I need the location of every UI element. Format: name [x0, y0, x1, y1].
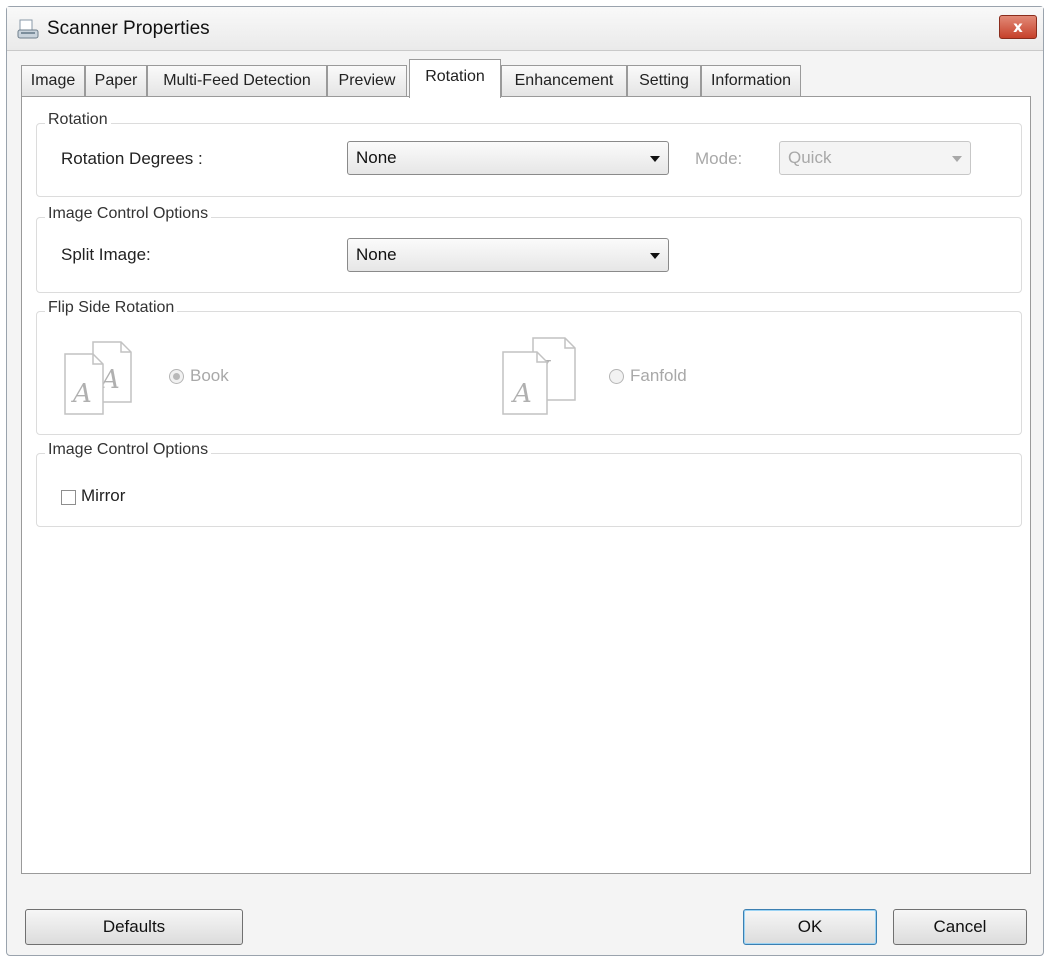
- book-icon-glyph-front: A: [71, 379, 92, 409]
- image-control-options-title: Image Control Options: [45, 205, 212, 223]
- scanner-icon: [17, 19, 39, 39]
- rotation-degrees-value: None: [356, 148, 397, 167]
- tab-setting-label: Setting: [639, 72, 689, 89]
- fanfold-label: Fanfold: [630, 366, 687, 385]
- scanner-properties-window: Scanner Properties x Image Paper Multi-F…: [6, 6, 1044, 956]
- chevron-down-icon: [650, 253, 660, 259]
- window-title: Scanner Properties: [47, 18, 210, 39]
- tab-preview-label: Preview: [338, 72, 396, 89]
- tab-enhancement-label: Enhancement: [514, 72, 614, 89]
- tab-setting[interactable]: Setting: [627, 65, 701, 97]
- split-image-value: None: [356, 245, 397, 264]
- tab-enhancement[interactable]: Enhancement: [501, 65, 627, 97]
- rotation-degrees-label: Rotation Degrees :: [61, 149, 203, 168]
- mirror-checkbox[interactable]: [61, 490, 76, 505]
- split-image-label: Split Image:: [61, 245, 151, 264]
- tab-image[interactable]: Image: [21, 65, 85, 97]
- image-control-options-mirror-group: Image Control Options Mirror: [36, 441, 1022, 527]
- defaults-button[interactable]: Defaults: [25, 909, 243, 945]
- tab-preview[interactable]: Preview: [327, 65, 407, 97]
- ok-button-label: OK: [797, 917, 823, 936]
- fanfold-icon-glyph-front: A: [511, 379, 532, 409]
- cancel-button[interactable]: Cancel: [893, 909, 1027, 945]
- rotation-group: Rotation Rotation Degrees : None Mode: Q…: [36, 111, 1022, 197]
- cancel-button-label: Cancel: [933, 917, 987, 936]
- mode-select[interactable]: Quick: [779, 141, 971, 175]
- mirror-label: Mirror: [81, 486, 126, 505]
- rotation-degrees-select[interactable]: None: [347, 141, 669, 175]
- tab-information-label: Information: [710, 72, 792, 89]
- fanfold-orientation-icon: A A: [502, 337, 576, 415]
- title-bar[interactable]: Scanner Properties x: [7, 7, 1043, 51]
- tab-paper[interactable]: Paper: [85, 65, 147, 97]
- ok-button[interactable]: OK: [743, 909, 877, 945]
- chevron-down-icon: [650, 156, 660, 162]
- flip-side-rotation-title: Flip Side Rotation: [45, 299, 178, 317]
- book-radio[interactable]: [169, 369, 184, 384]
- mode-label: Mode:: [695, 149, 743, 168]
- mode-value: Quick: [788, 148, 832, 167]
- tab-multi-feed-detection[interactable]: Multi-Feed Detection: [147, 65, 327, 97]
- defaults-button-label: Defaults: [102, 917, 166, 936]
- flip-side-rotation-group: Flip Side Rotation A A Book A A Fanfold: [36, 299, 1022, 435]
- close-button[interactable]: x: [999, 15, 1037, 39]
- split-image-select[interactable]: None: [347, 238, 669, 272]
- tab-rotation[interactable]: Rotation: [409, 59, 501, 98]
- book-label: Book: [190, 366, 229, 385]
- tab-rotation-label: Rotation: [425, 68, 485, 85]
- image-control-options-mirror-title: Image Control Options: [45, 441, 212, 459]
- chevron-down-icon: [952, 156, 962, 162]
- book-orientation-icon: A A: [64, 341, 132, 415]
- close-icon: x: [1013, 18, 1023, 36]
- tab-image-label: Image: [30, 72, 76, 89]
- tab-paper-label: Paper: [94, 72, 138, 89]
- rotation-group-title: Rotation: [45, 111, 111, 129]
- image-control-options-group: Image Control Options Split Image: None: [36, 205, 1022, 293]
- fanfold-radio[interactable]: [609, 369, 624, 384]
- tab-information[interactable]: Information: [701, 65, 801, 97]
- tab-multi-feed-detection-label: Multi-Feed Detection: [163, 72, 311, 89]
- rotation-tab-panel: Rotation Rotation Degrees : None Mode: Q…: [21, 96, 1031, 874]
